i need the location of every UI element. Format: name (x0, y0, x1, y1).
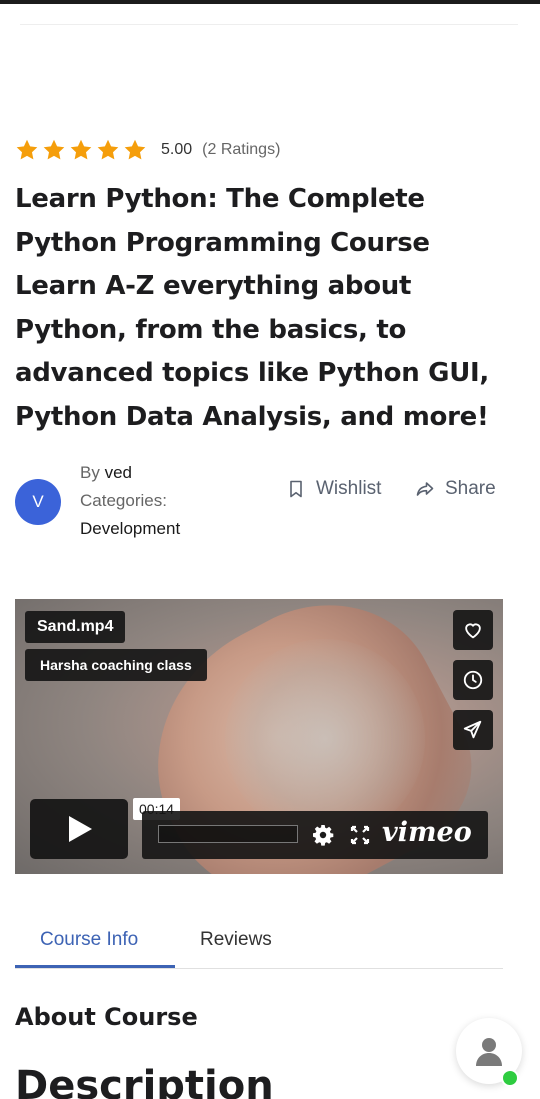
share-button[interactable]: Share (415, 478, 496, 500)
active-tab-indicator (15, 965, 175, 968)
star-icon (43, 139, 65, 160)
video-filename[interactable]: Sand.mp4 (25, 611, 126, 643)
bookmark-icon (290, 480, 302, 498)
wishlist-label: Wishlist (316, 478, 382, 499)
tab-course-info[interactable]: Course Info (40, 929, 138, 951)
share-icon (416, 482, 434, 496)
progress-bar[interactable] (158, 825, 298, 843)
course-rating: 5.00 (2 Ratings) (15, 138, 280, 162)
star-icon (70, 139, 92, 160)
rating-stars (15, 138, 147, 162)
clock-icon (463, 670, 483, 690)
rating-count: (2 Ratings) (202, 141, 281, 158)
header-divider (20, 24, 518, 25)
vimeo-logo[interactable]: vimeo (382, 817, 472, 848)
about-course-heading: About Course (15, 1003, 198, 1031)
categories-label: Categories: (80, 491, 167, 510)
video-controls: vimeo (142, 811, 488, 859)
fullscreen-icon[interactable] (350, 825, 370, 845)
send-icon (463, 720, 482, 739)
video-owner[interactable]: Harsha coaching class (25, 649, 207, 681)
user-icon (476, 1038, 502, 1066)
author-line: By ved (80, 463, 132, 483)
gear-icon[interactable] (311, 823, 335, 847)
video-player[interactable]: Sand.mp4 Harsha coaching class 00:14 vim… (15, 599, 503, 874)
star-icon (124, 139, 146, 160)
video-frame-sand (225, 639, 425, 839)
description-heading: Description (15, 1063, 274, 1099)
play-icon (69, 816, 92, 842)
watch-later-button[interactable] (453, 660, 493, 700)
rating-value: 5.00 (161, 141, 193, 158)
wishlist-button[interactable]: Wishlist (286, 478, 381, 500)
share-label: Share (445, 478, 496, 499)
like-video-button[interactable] (453, 610, 493, 650)
by-label: By (80, 463, 100, 482)
star-icon (16, 139, 38, 160)
top-bar (0, 0, 540, 4)
tab-reviews[interactable]: Reviews (200, 929, 272, 951)
course-tabs: Course Info Reviews (15, 925, 503, 969)
share-video-button[interactable] (453, 710, 493, 750)
category-link[interactable]: Development (80, 519, 180, 539)
author-avatar[interactable]: V (15, 479, 61, 525)
online-status-dot (501, 1069, 519, 1087)
course-title: Learn Python: The Complete Python Progra… (15, 184, 489, 432)
play-button[interactable] (30, 799, 128, 859)
star-icon (97, 139, 119, 160)
author-name[interactable]: ved (105, 463, 132, 482)
heart-icon (465, 623, 481, 639)
